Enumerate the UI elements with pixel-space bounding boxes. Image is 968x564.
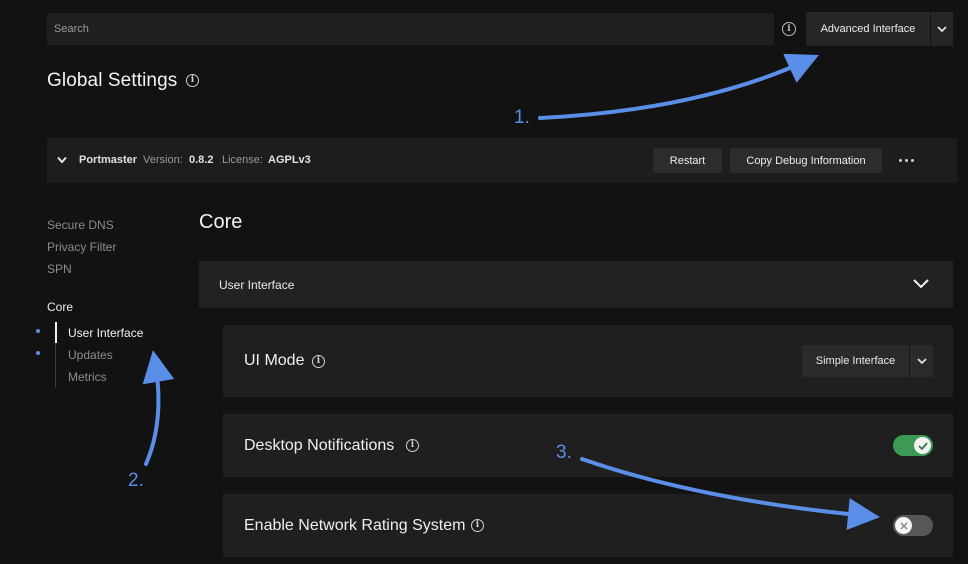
search-placeholder: Search <box>54 23 89 35</box>
x-icon <box>895 517 912 534</box>
sidebar-dot <box>36 351 40 355</box>
desktop-notifications-toggle[interactable] <box>893 435 933 456</box>
sidebar-section-core[interactable]: Core <box>47 300 73 314</box>
info-icon[interactable]: i <box>406 439 419 452</box>
ui-mode-select[interactable]: Simple Interface <box>802 345 909 377</box>
sidebar-item-secure-dns[interactable]: Secure DNS <box>47 218 114 232</box>
sidebar-dot <box>36 329 40 333</box>
ui-mode-dropdown[interactable] <box>909 345 933 377</box>
section-title: Core <box>199 211 243 233</box>
sidebar-active-indicator <box>55 322 57 343</box>
interface-mode-button[interactable]: Advanced Interface <box>806 12 930 46</box>
ui-mode-value: Simple Interface <box>815 355 896 367</box>
license-value: AGPLv3 <box>268 154 311 166</box>
info-icon[interactable]: i <box>312 355 325 368</box>
chevron-down-icon <box>937 25 947 32</box>
search-input[interactable]: Search <box>47 13 774 45</box>
info-icon[interactable]: i <box>186 74 199 87</box>
sidebar-item-metrics[interactable]: Metrics <box>68 370 107 384</box>
setting-label: Enable Network Rating System <box>244 517 466 534</box>
annotation-label: 3. <box>556 442 572 463</box>
setting-label: UI Mode <box>244 352 305 369</box>
info-icon[interactable]: i <box>782 22 796 36</box>
copy-debug-label: Copy Debug Information <box>746 154 866 167</box>
setting-label: Desktop Notifications <box>244 437 395 454</box>
page-title: Global Settings <box>47 70 178 91</box>
restart-label: Restart <box>669 154 706 167</box>
chevron-down-icon[interactable] <box>56 154 68 166</box>
user-interface-group[interactable] <box>199 261 953 308</box>
copy-debug-button[interactable]: Copy Debug Information <box>730 148 882 173</box>
restart-button[interactable]: Restart <box>653 148 722 173</box>
more-icon[interactable] <box>895 151 917 169</box>
version-value: 0.8.2 <box>189 154 214 166</box>
chevron-down-icon[interactable] <box>912 278 930 290</box>
check-icon <box>914 437 931 454</box>
arrow-icon <box>538 53 819 120</box>
annotation-label: 2. <box>128 470 144 491</box>
sidebar-item-spn[interactable]: SPN <box>47 262 72 276</box>
info-icon[interactable]: i <box>471 519 484 532</box>
network-rating-toggle[interactable] <box>893 515 933 536</box>
version-label: Version: <box>143 154 183 166</box>
license-label: License: <box>222 154 263 166</box>
annotation-label: 1. <box>514 107 530 128</box>
group-label: User Interface <box>219 278 295 292</box>
sidebar-item-user-interface[interactable]: User Interface <box>68 326 143 340</box>
arrow-icon <box>142 350 175 466</box>
product-name: Portmaster <box>79 154 138 166</box>
chevron-down-icon <box>916 357 927 364</box>
interface-mode-label: Advanced Interface <box>820 23 916 35</box>
sidebar-item-privacy-filter[interactable]: Privacy Filter <box>47 240 116 254</box>
interface-mode-dropdown[interactable] <box>930 12 953 46</box>
sidebar-item-updates[interactable]: Updates <box>68 348 113 362</box>
